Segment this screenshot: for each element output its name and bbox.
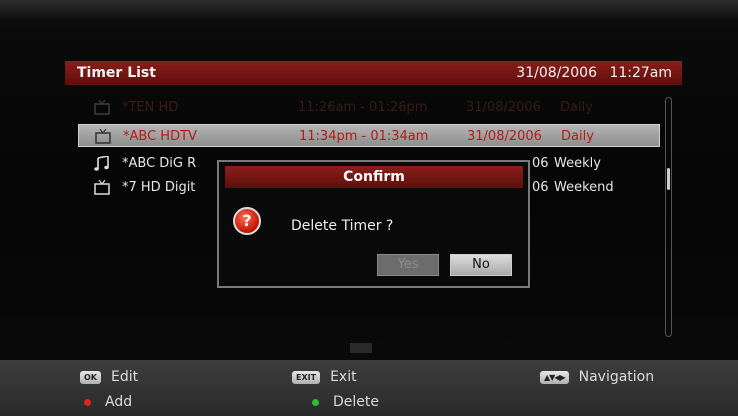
timer-date: 31/08/2006	[467, 129, 542, 144]
dialog-title: Confirm	[225, 166, 523, 188]
timer-repeat: Daily	[560, 100, 593, 115]
radio-icon	[94, 156, 109, 171]
scrollbar-thumb[interactable]	[667, 168, 670, 190]
tv-icon	[95, 129, 111, 144]
help-add-label: Add	[105, 394, 133, 410]
tv-icon	[94, 100, 110, 115]
timer-name: *ABC DiG R	[122, 156, 197, 171]
help-edit-label: Edit	[111, 369, 139, 385]
page-title: Timer List	[77, 65, 156, 81]
timer-list-header: Timer List 31/08/2006 11:27am	[65, 61, 682, 85]
timer-date: 06	[532, 156, 549, 171]
green-key-icon	[312, 398, 319, 406]
timer-repeat: Weekly	[554, 156, 601, 171]
scrollbar[interactable]	[665, 97, 672, 337]
timer-name: *7 HD Digit	[122, 180, 196, 195]
red-key-icon	[84, 398, 91, 406]
header-datetime: 31/08/2006 11:27am	[508, 65, 672, 81]
confirm-dialog: Confirm ? Delete Timer ? Yes No	[217, 160, 530, 288]
timer-date: 31/08/2006	[466, 100, 541, 115]
timer-time: 11:26am - 01:26pm	[298, 100, 428, 115]
timer-row-selected[interactable]: *ABC HDTV 11:34pm - 01:34am 31/08/2006 D…	[78, 124, 660, 147]
tv-icon	[94, 180, 110, 195]
timer-name: *TEN HD	[122, 100, 179, 115]
yes-button[interactable]: Yes	[377, 254, 439, 276]
timer-repeat: Daily	[561, 129, 594, 144]
help-add[interactable]: Add	[84, 394, 132, 410]
question-icon: ?	[233, 207, 261, 235]
help-edit[interactable]: OK Edit	[80, 369, 138, 385]
ok-key-icon: OK	[80, 370, 101, 384]
help-navigation-label: Navigation	[578, 369, 655, 385]
help-exit-label: Exit	[330, 369, 357, 385]
help-navigation[interactable]: ▲▼◀▶ Navigation	[540, 369, 654, 385]
timer-time: 11:34pm - 01:34am	[299, 129, 429, 144]
tv-screen: Timer List 31/08/2006 11:27am *TEN HD 11…	[0, 0, 738, 416]
no-button[interactable]: No	[450, 254, 512, 276]
timer-name: *ABC HDTV	[123, 129, 197, 144]
exit-key-icon: EXIT	[292, 370, 321, 384]
arrow-keys-icon: ▲▼◀▶	[540, 370, 569, 384]
timer-date: 06	[532, 180, 549, 195]
help-delete[interactable]: Delete	[312, 394, 379, 410]
header-date: 31/08/2006	[516, 65, 597, 81]
divider	[350, 343, 372, 353]
help-delete-label: Delete	[333, 394, 379, 410]
bezel	[0, 0, 738, 18]
timer-row[interactable]: *TEN HD 11:26am - 01:26pm 31/08/2006 Dai…	[80, 96, 662, 119]
dialog-message: Delete Timer ?	[291, 218, 394, 234]
footer-help-bar: OK Edit EXIT Exit ▲▼◀▶ Navigation Add De…	[0, 360, 738, 416]
header-time: 11:27am	[609, 65, 672, 81]
help-exit[interactable]: EXIT Exit	[292, 369, 357, 385]
timer-repeat: Weekend	[554, 180, 614, 195]
